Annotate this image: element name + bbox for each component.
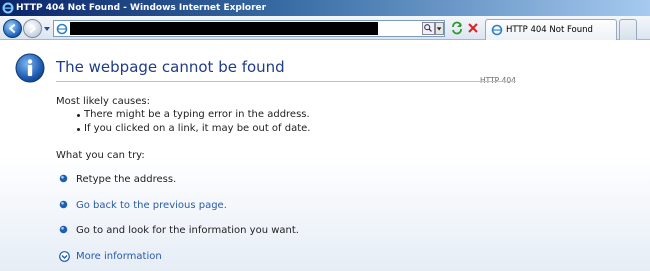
try-heading: What you can try:	[56, 150, 145, 161]
address-dropdown-button[interactable]	[435, 22, 444, 35]
cause-item: If you clicked on a link, it may be out …	[84, 123, 311, 134]
chevron-down-icon	[436, 27, 442, 31]
blue-bullet-icon	[59, 200, 68, 209]
chevron-down-circle-icon[interactable]	[59, 251, 70, 262]
new-tab-button[interactable]	[619, 19, 637, 40]
page-icon	[56, 23, 68, 35]
blue-bullet-icon	[59, 174, 68, 183]
tab-label: HTTP 404 Not Found	[506, 25, 593, 35]
page-title: The webpage cannot be found	[56, 58, 285, 76]
stop-icon[interactable]	[466, 21, 480, 35]
cause-bullet	[77, 128, 80, 131]
cause-item: There might be a typing error in the add…	[84, 109, 310, 120]
causes-heading: Most likely causes:	[56, 96, 150, 107]
address-text-redacted[interactable]	[70, 22, 378, 35]
window-title-bar: HTTP 404 Not Found - Windows Internet Ex…	[0, 0, 650, 16]
go-back-link[interactable]: Go back to the previous page.	[76, 200, 227, 211]
search-icon	[424, 24, 432, 32]
address-bar[interactable]	[53, 20, 445, 37]
recent-pages-dropdown-icon[interactable]	[43, 25, 51, 33]
back-arrow-icon	[8, 23, 16, 34]
action-retype: Retype the address.	[76, 174, 177, 185]
refresh-icon[interactable]	[450, 21, 464, 35]
forward-arrow-icon	[29, 23, 37, 34]
tab-page-icon	[491, 24, 503, 36]
ie-logo-icon	[2, 2, 14, 14]
cause-bullet	[77, 114, 80, 117]
error-page: The webpage cannot be found HTTP 404 Mos…	[0, 41, 650, 271]
action-go-to: Go to and look for the information you w…	[76, 225, 299, 236]
search-button[interactable]	[422, 22, 435, 35]
window-title: HTTP 404 Not Found - Windows Internet Ex…	[16, 3, 267, 13]
back-button[interactable]	[3, 19, 22, 38]
title-divider	[56, 81, 515, 82]
blue-bullet-icon	[59, 225, 68, 234]
tab-current[interactable]: HTTP 404 Not Found	[485, 19, 617, 40]
browser-toolbar: HTTP 404 Not Found	[0, 16, 650, 40]
more-information-link[interactable]: More information	[76, 251, 162, 262]
info-icon	[15, 53, 45, 83]
forward-button[interactable]	[23, 19, 42, 38]
